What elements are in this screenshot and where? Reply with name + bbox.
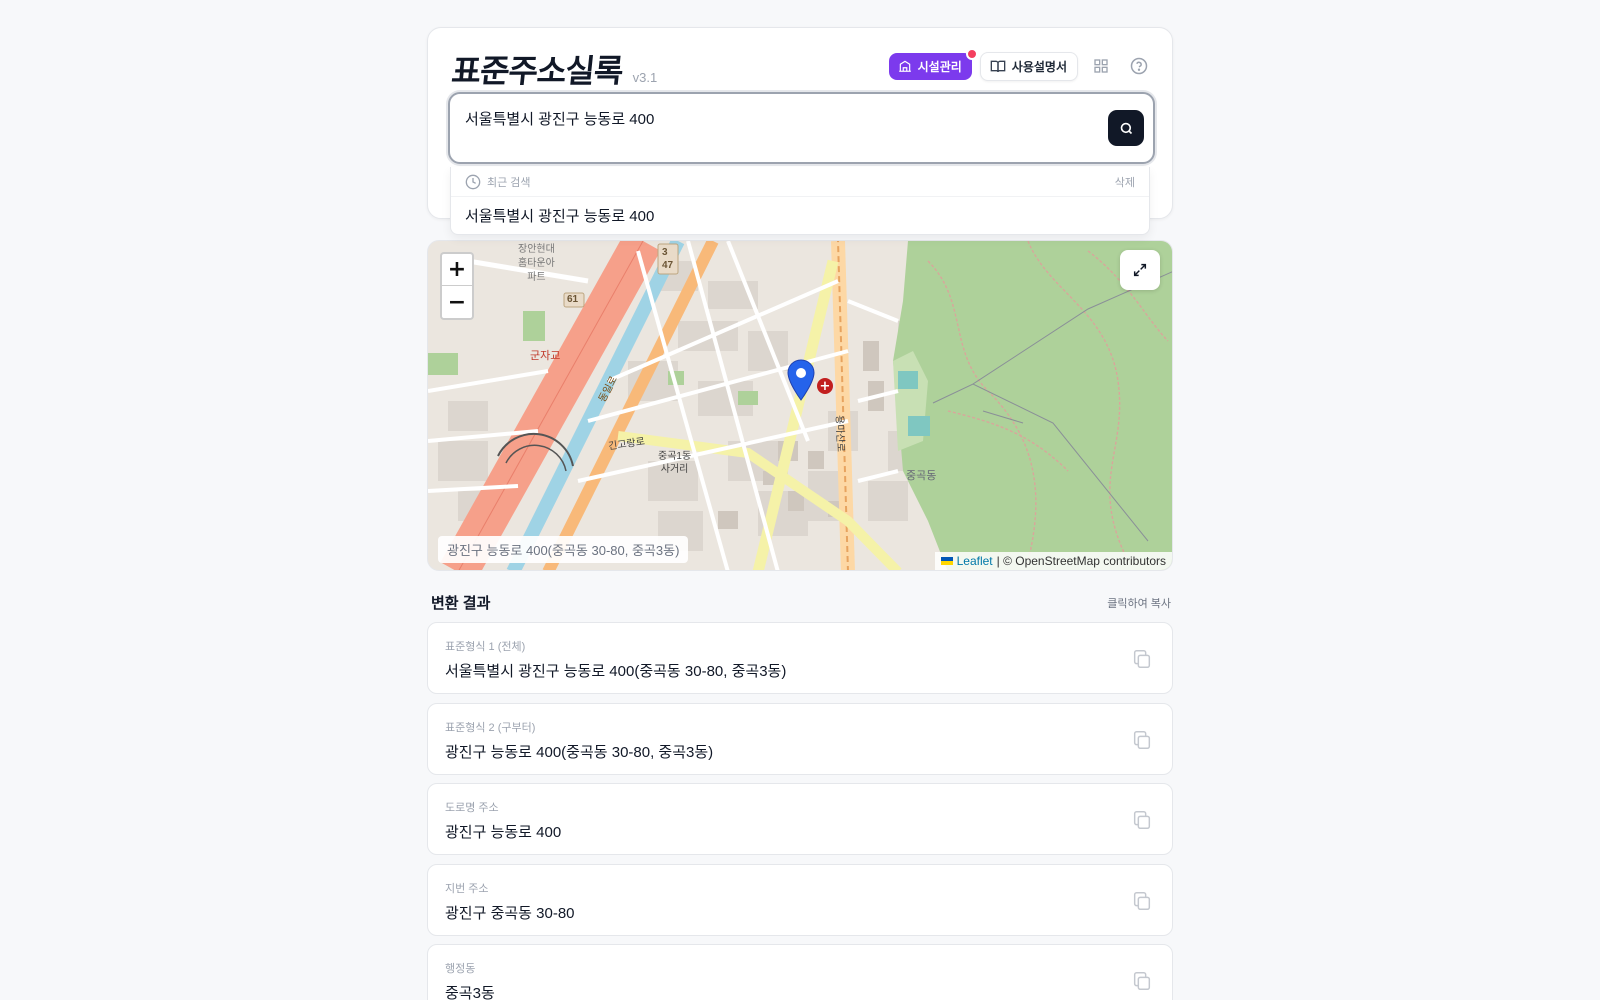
results-title: 변환 결과 — [431, 595, 491, 612]
leaflet-link[interactable]: Leaflet — [957, 554, 993, 568]
recent-search-title: 최근 검색 — [487, 176, 531, 189]
fullscreen-button[interactable] — [1120, 250, 1160, 290]
app-title: 표준주소실록 — [449, 52, 625, 90]
address-search-input[interactable] — [465, 110, 1085, 127]
map-label-junggok-dong: 중곡동 — [906, 470, 937, 482]
map-label-apartment: 장안현대 홈타운아 파트 — [518, 244, 555, 283]
help-button[interactable] — [1124, 51, 1154, 81]
search-icon — [1119, 121, 1134, 136]
result-label: 표준형식 1 (전체) — [445, 641, 526, 653]
grid-icon — [1093, 58, 1109, 74]
copy-icon[interactable] — [1130, 969, 1154, 993]
result-card-lot-address[interactable]: 지번 주소 광진구 중곡동 30-80 — [427, 864, 1173, 936]
recent-search-header: 최근 검색 삭제 — [451, 167, 1149, 197]
building-icon — [898, 59, 912, 73]
facility-label: 시설관리 — [917, 59, 962, 74]
map-label-junggok1-intersection: 중곡1동 사거리 — [658, 451, 692, 475]
result-value: 광진구 능동로 400 — [445, 824, 562, 841]
map-label-route3: 3 47 — [662, 247, 674, 271]
manual-label: 사용설명서 — [1011, 59, 1067, 74]
grid-menu-button[interactable] — [1086, 51, 1116, 81]
zoom-out-button[interactable]: − — [442, 286, 472, 318]
result-card-road-address[interactable]: 도로명 주소 광진구 능동로 400 — [427, 783, 1173, 855]
zoom-in-button[interactable]: + — [442, 254, 472, 286]
map-tiles — [428, 241, 1172, 570]
zoom-control: + − — [440, 252, 474, 320]
result-value: 서울특별시 광진구 능동로 400(중곡동 30-80, 중곡3동) — [445, 663, 787, 680]
ukraine-flag-icon — [940, 557, 953, 565]
map[interactable]: 61 3 47 장안현대 홈타운아 파트 군자교 중곡1동 사거리 중곡동 긴고… — [427, 240, 1173, 571]
app-version: v3.1 — [632, 70, 658, 85]
result-card-standard-from-gu[interactable]: 표준형식 2 (구부터) 광진구 능동로 400(중곡동 30-80, 중곡3동… — [427, 703, 1173, 775]
search-button[interactable] — [1108, 110, 1144, 146]
recent-search-item[interactable]: 서울특별시 광진구 능동로 400 — [451, 197, 1149, 234]
header-actions: 시설관리 사용설명서 — [888, 47, 1154, 81]
map-label-yongmasan-ro: 용마산로 — [833, 414, 846, 453]
book-icon — [990, 58, 1006, 74]
recent-search-dropdown: 최근 검색 삭제 서울특별시 광진구 능동로 400 — [450, 167, 1150, 235]
map-label-gunja-bridge: 군자교 — [530, 350, 561, 362]
facility-management-button[interactable]: 시설관리 — [888, 47, 978, 80]
location-pin-icon[interactable] — [787, 359, 815, 405]
question-circle-icon — [1130, 57, 1148, 75]
osm-attribution-text: | © OpenStreetMap contributors — [996, 554, 1166, 568]
copy-icon[interactable] — [1130, 647, 1154, 671]
notification-dot — [965, 47, 978, 60]
copy-icon[interactable] — [1130, 728, 1154, 752]
expand-icon — [1132, 262, 1148, 278]
result-label: 도로명 주소 — [445, 802, 499, 814]
result-label: 지번 주소 — [445, 883, 489, 895]
brand: 표준주소실록 v3.1 — [449, 46, 658, 92]
result-label: 표준형식 2 (구부터) — [445, 722, 536, 734]
clock-icon — [465, 174, 481, 190]
result-value: 광진구 능동로 400(중곡동 30-80, 중곡3동) — [445, 744, 714, 761]
clear-recent-button[interactable]: 삭제 — [1115, 174, 1135, 190]
copy-hint: 클릭하여 복사 — [1107, 597, 1171, 610]
search-box — [448, 92, 1155, 164]
copy-icon[interactable] — [1130, 889, 1154, 913]
map-label-route61: 61 — [567, 294, 579, 305]
result-value: 광진구 중곡동 30-80 — [445, 905, 575, 922]
result-card-admin-dong[interactable]: 행정동 중곡3동 — [427, 944, 1173, 1000]
map-attribution: Leaflet | © OpenStreetMap contributors — [934, 552, 1172, 570]
user-manual-button[interactable]: 사용설명서 — [979, 51, 1078, 81]
results-header: 변환 결과 클릭하여 복사 — [431, 592, 1171, 613]
hospital-marker[interactable]: + — [817, 378, 833, 394]
copy-icon[interactable] — [1130, 808, 1154, 832]
map-location-label: 광진구 능동로 400(중곡동 30-80, 중곡3동) — [438, 536, 689, 563]
result-value: 중곡3동 — [445, 985, 495, 1000]
result-card-standard-full[interactable]: 표준형식 1 (전체) 서울특별시 광진구 능동로 400(중곡동 30-80,… — [427, 622, 1173, 694]
result-label: 행정동 — [445, 963, 476, 975]
